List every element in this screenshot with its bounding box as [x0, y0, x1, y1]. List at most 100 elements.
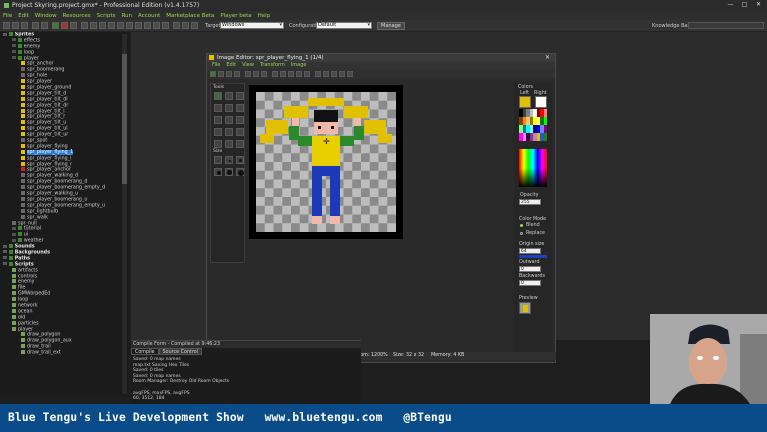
add-timeline-icon[interactable] — [144, 22, 151, 29]
menu-item-window[interactable]: Window — [35, 13, 57, 19]
expand-icon[interactable]: ⊟ — [12, 50, 16, 55]
mirror-icon[interactable] — [288, 71, 294, 77]
game-settings-icon[interactable] — [173, 22, 180, 29]
add-path-icon[interactable] — [108, 22, 115, 29]
size-5-icon[interactable] — [225, 168, 233, 176]
flip-icon[interactable] — [280, 71, 286, 77]
add-room-icon[interactable] — [162, 22, 169, 29]
scrollbar-thumb[interactable] — [122, 54, 127, 184]
confirm-icon[interactable] — [210, 71, 216, 77]
run-icon[interactable] — [52, 22, 59, 29]
pencil-icon[interactable] — [225, 92, 233, 100]
menu-item-player-beta[interactable]: Player beta — [220, 13, 251, 19]
save-icon[interactable] — [245, 71, 251, 77]
palette-swatch[interactable] — [543, 133, 547, 141]
editor-close-icon[interactable]: ✕ — [545, 54, 550, 61]
editor-menu-file[interactable]: File — [212, 62, 220, 69]
minimize-icon[interactable]: — — [726, 1, 735, 9]
palette-swatch[interactable] — [543, 125, 547, 133]
extensions-icon[interactable] — [182, 22, 189, 29]
rounded-rect-icon[interactable] — [236, 116, 244, 124]
undo-icon[interactable] — [218, 71, 224, 77]
editor-menu-edit[interactable]: Edit — [226, 62, 236, 69]
expand-icon[interactable]: ⊟ — [12, 233, 16, 238]
menu-item-scripts[interactable]: Scripts — [97, 13, 116, 19]
preview-toggle-icon[interactable] — [347, 71, 353, 77]
zoom-reset-icon[interactable] — [331, 71, 337, 77]
add-background-icon[interactable] — [99, 22, 106, 29]
create-executable-icon[interactable] — [32, 22, 39, 29]
backwards-field[interactable]: 0 — [519, 280, 541, 286]
expand-icon[interactable]: ⊟ — [12, 227, 16, 232]
color-picker-icon[interactable] — [225, 104, 233, 112]
manage-button[interactable]: Manage — [377, 22, 405, 30]
origin-slider[interactable] — [519, 255, 547, 258]
magic-wand-icon[interactable] — [225, 128, 233, 136]
outward-field[interactable]: 0 — [519, 266, 541, 272]
menu-item-file[interactable]: File — [3, 13, 12, 19]
opacity-field[interactable]: 255 — [519, 199, 541, 205]
clean-icon[interactable] — [70, 22, 77, 29]
target-select[interactable]: Windows — [220, 22, 284, 29]
palette-swatch[interactable] — [543, 109, 547, 117]
copy-icon[interactable] — [261, 71, 267, 77]
help-icon[interactable] — [191, 22, 198, 29]
new-project-icon[interactable] — [3, 22, 10, 29]
editor-menu-image[interactable]: Image — [291, 62, 307, 69]
size-6-icon[interactable] — [236, 168, 244, 176]
color-spectrum[interactable] — [519, 149, 547, 187]
line-icon[interactable] — [236, 104, 244, 112]
replace-color-icon[interactable] — [236, 140, 244, 148]
select-rect-icon[interactable] — [214, 128, 222, 136]
grid-icon[interactable] — [339, 71, 345, 77]
blend-radio[interactable] — [520, 224, 523, 227]
expand-icon[interactable]: ⊟ — [3, 33, 7, 38]
expand-icon[interactable]: ⊟ — [3, 262, 7, 267]
expand-icon[interactable]: ⊟ — [3, 245, 7, 250]
add-sprite-icon[interactable] — [81, 22, 88, 29]
size-2-icon[interactable] — [225, 156, 233, 164]
spray-icon[interactable] — [236, 92, 244, 100]
expand-icon[interactable]: ⊟ — [12, 44, 16, 49]
ellipse-icon[interactable] — [225, 116, 233, 124]
maximize-icon[interactable]: □ — [740, 1, 749, 9]
menu-item-marketplace-beta[interactable]: Marketplace Beta — [166, 13, 214, 19]
add-script-icon[interactable] — [117, 22, 124, 29]
expand-icon[interactable]: ⊟ — [3, 250, 7, 255]
editor-menu-view[interactable]: View — [242, 62, 254, 69]
right-color-swatch[interactable] — [535, 96, 547, 108]
close-icon[interactable]: ✕ — [754, 1, 763, 9]
open-project-icon[interactable] — [12, 22, 19, 29]
zoom-in-icon[interactable] — [315, 71, 321, 77]
sprite-canvas[interactable]: ✛ — [249, 85, 403, 239]
fill-icon[interactable] — [236, 128, 244, 136]
rectangle-icon[interactable] — [214, 116, 222, 124]
expand-icon[interactable]: ⊟ — [12, 239, 16, 244]
menu-item-edit[interactable]: Edit — [18, 13, 29, 19]
palette-swatch[interactable] — [543, 117, 547, 125]
add-sound-icon[interactable] — [90, 22, 97, 29]
size-4-icon[interactable] — [214, 168, 222, 176]
menu-item-help[interactable]: Help — [258, 13, 271, 19]
replace-radio[interactable] — [520, 232, 523, 235]
shift-icon[interactable] — [304, 71, 310, 77]
knowledge-base-input[interactable] — [688, 22, 764, 29]
expand-icon[interactable]: ⊟ — [12, 38, 16, 43]
cut-icon[interactable] — [253, 71, 259, 77]
resource-tree-scrollbar[interactable] — [122, 34, 127, 394]
compile-tab-compile[interactable]: Compile — [131, 348, 159, 355]
add-font-icon[interactable] — [135, 22, 142, 29]
menu-item-resources[interactable]: Resources — [63, 13, 91, 19]
debug-icon[interactable] — [61, 22, 68, 29]
expand-icon[interactable]: ⊟ — [12, 56, 16, 61]
add-object-icon[interactable] — [153, 22, 160, 29]
paste-icon[interactable] — [272, 71, 278, 77]
size-3-icon[interactable] — [236, 156, 244, 164]
expand-icon[interactable]: ⊟ — [3, 256, 7, 261]
menu-item-run[interactable]: Run — [121, 13, 132, 19]
configuration-select[interactable]: Default — [316, 22, 372, 29]
forward-icon[interactable] — [234, 71, 240, 77]
select-icon[interactable] — [214, 92, 222, 100]
add-shader-icon[interactable] — [126, 22, 133, 29]
publish-icon[interactable] — [41, 22, 48, 29]
